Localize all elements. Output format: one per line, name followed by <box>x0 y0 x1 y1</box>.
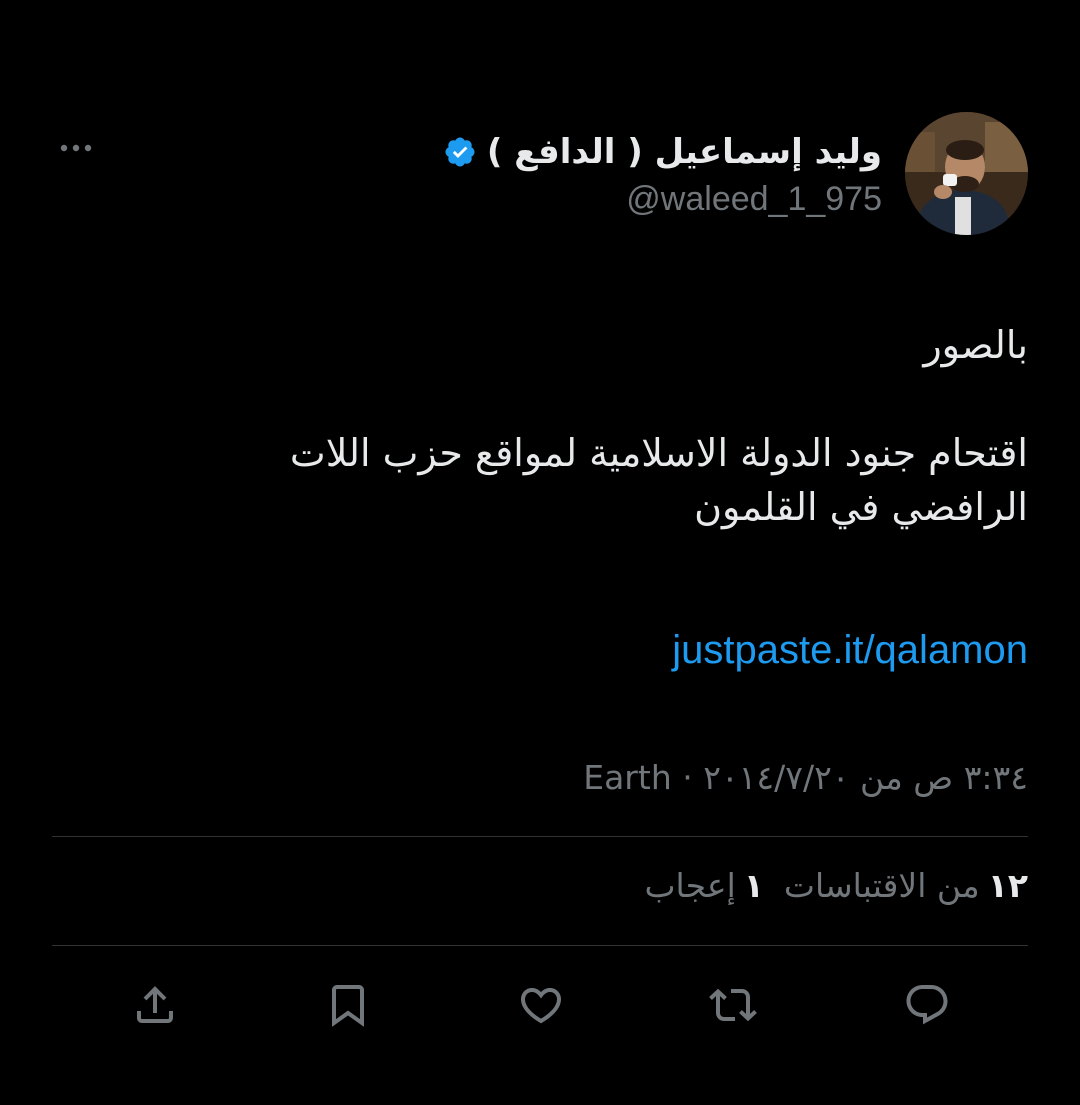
avatar[interactable] <box>905 112 1028 235</box>
bookmark-icon <box>332 985 364 1027</box>
author-handle[interactable]: @waleed_1_975 <box>626 180 882 219</box>
reply-button[interactable] <box>897 975 957 1035</box>
tweet-text: بالصور اقتحام جنود الدولة الاسلامية لموا… <box>128 318 1028 534</box>
reply-icon <box>906 985 948 1025</box>
tweet-link[interactable]: justpaste.it/qalamon <box>672 628 1028 673</box>
tweet-text-line: اقتحام جنود الدولة الاسلامية لمواقع حزب … <box>289 431 1028 475</box>
likes-count: ١ <box>743 866 764 905</box>
tweet-actions <box>0 975 1080 1035</box>
tweet-text-line: الرافضي في القلمون <box>694 485 1028 529</box>
tweet-stats: ١٢ من الاقتباسات ١ إعجاب <box>644 866 1028 905</box>
share-icon <box>137 986 173 1023</box>
author-display-name: وليد إسماعيل ( الدافع ) <box>486 132 882 172</box>
heart-icon <box>520 988 562 1024</box>
likes-stat[interactable]: ١ إعجاب <box>644 866 763 905</box>
quotes-label: من الاقتباسات <box>783 866 980 905</box>
avatar-image <box>905 112 1028 235</box>
tweet-text-line: بالصور <box>923 323 1028 367</box>
like-button[interactable] <box>511 975 571 1035</box>
quotes-count: ١٢ <box>987 866 1028 905</box>
tweet-timestamp[interactable]: ٣:٣٤ ص من ٢٠١٤/٧/٢٠ · Earth <box>583 758 1028 797</box>
retweet-icon <box>709 988 757 1022</box>
verified-badge-icon <box>445 137 475 167</box>
retweet-button[interactable] <box>703 975 763 1035</box>
share-button[interactable] <box>125 975 185 1035</box>
author-name-row[interactable]: وليد إسماعيل ( الدافع ) <box>443 132 882 172</box>
likes-label: إعجاب <box>644 866 736 905</box>
bookmark-button[interactable] <box>318 975 378 1035</box>
divider <box>52 836 1028 837</box>
divider <box>52 945 1028 946</box>
quotes-stat[interactable]: ١٢ من الاقتباسات <box>784 866 1028 905</box>
more-icon[interactable] <box>52 133 100 163</box>
